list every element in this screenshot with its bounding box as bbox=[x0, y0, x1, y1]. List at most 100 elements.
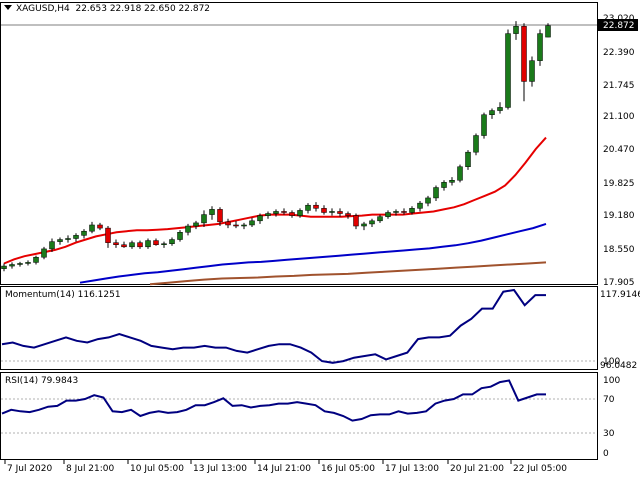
collapse-arrow-icon[interactable] bbox=[4, 5, 12, 10]
candle-body bbox=[361, 223, 367, 227]
rsi-tick: 70 bbox=[603, 395, 615, 405]
rsi-axis: 100 70 30 0 bbox=[603, 376, 620, 459]
momentum-tick: 96.0482 bbox=[600, 361, 637, 371]
candle-body bbox=[33, 256, 39, 263]
candle-body bbox=[137, 242, 143, 248]
candle-body bbox=[193, 222, 199, 227]
candle-body bbox=[257, 215, 263, 222]
rsi-tick: 0 bbox=[603, 449, 609, 459]
price-tick: 18.550 bbox=[603, 245, 635, 255]
candle-body bbox=[121, 244, 127, 248]
candle-body bbox=[217, 209, 223, 223]
candle-body bbox=[457, 166, 463, 181]
candle-body bbox=[297, 210, 303, 216]
chart-canvas[interactable]: 23.020 22.390 21.745 21.100 20.470 19.82… bbox=[0, 0, 640, 480]
chart-title[interactable]: XAGUSD,H4 22.653 22.918 22.650 22.872 bbox=[4, 4, 210, 14]
time-tick: 22 Jul 05:00 bbox=[513, 464, 567, 474]
candle-body bbox=[169, 239, 175, 244]
candle-body bbox=[385, 212, 391, 217]
candle-body bbox=[97, 224, 103, 229]
time-tick: 20 Jul 21:00 bbox=[450, 464, 504, 474]
ohlc-values: 22.653 22.918 22.650 22.872 bbox=[75, 4, 211, 14]
candle-body bbox=[449, 180, 455, 183]
candle-body bbox=[289, 212, 295, 216]
candle-body bbox=[81, 230, 87, 236]
candle-body bbox=[17, 263, 23, 265]
time-tick: 17 Jul 13:00 bbox=[385, 464, 439, 474]
candle-body bbox=[345, 213, 351, 216]
candle-body bbox=[377, 216, 383, 222]
candle-body bbox=[537, 33, 543, 61]
candle-body bbox=[209, 209, 215, 215]
candle-body bbox=[145, 240, 151, 248]
rsi-tick: 30 bbox=[603, 429, 615, 439]
candle-body bbox=[225, 221, 231, 226]
candle-body bbox=[417, 202, 423, 209]
candle-body bbox=[185, 225, 191, 233]
price-tick: 21.100 bbox=[603, 112, 635, 122]
candle-body bbox=[89, 224, 95, 232]
candle-body bbox=[41, 248, 47, 258]
rsi-tick: 100 bbox=[603, 376, 620, 386]
current-price-label: 22.872 bbox=[603, 21, 635, 31]
candle-body bbox=[425, 197, 431, 204]
candle-body bbox=[433, 187, 439, 199]
candle-body bbox=[521, 26, 527, 82]
candle-body bbox=[57, 239, 63, 242]
price-axis: 23.020 22.390 21.745 21.100 20.470 19.82… bbox=[603, 14, 635, 288]
candle-body bbox=[177, 232, 183, 240]
candle-body bbox=[201, 214, 207, 224]
price-tick: 19.825 bbox=[603, 179, 635, 189]
candle-body bbox=[9, 264, 15, 267]
candle-body bbox=[73, 235, 79, 239]
candle-body bbox=[129, 242, 135, 248]
time-tick: 13 Jul 13:00 bbox=[193, 464, 247, 474]
rsi-panel[interactable] bbox=[0, 372, 598, 460]
momentum-title: Momentum(14) 116.1251 bbox=[5, 290, 121, 300]
candle-body bbox=[481, 114, 487, 136]
candle-body bbox=[409, 208, 415, 213]
price-tick: 21.745 bbox=[603, 81, 635, 91]
candle-body bbox=[25, 262, 31, 264]
candle-body bbox=[321, 208, 327, 213]
candle-body bbox=[353, 215, 359, 227]
candle-body bbox=[233, 224, 239, 227]
candle-body bbox=[489, 110, 495, 115]
symbol-label: XAGUSD,H4 bbox=[16, 4, 70, 14]
candle-body bbox=[337, 211, 343, 214]
price-tick: 17.905 bbox=[603, 278, 635, 288]
candle-body bbox=[313, 204, 319, 209]
candle-body bbox=[473, 135, 479, 153]
rsi-title: RSI(14) 79.9843 bbox=[5, 376, 79, 386]
candle-body bbox=[369, 220, 375, 225]
candle-body bbox=[545, 25, 551, 38]
candle-body bbox=[465, 151, 471, 167]
candle-body bbox=[305, 204, 311, 211]
candle-body bbox=[105, 227, 111, 243]
candle-body bbox=[401, 211, 407, 213]
candle-body bbox=[241, 224, 247, 227]
candle-body bbox=[505, 33, 511, 108]
candle-body bbox=[153, 240, 159, 245]
momentum-axis: 117.9146 100 96.0482 bbox=[600, 290, 640, 371]
candle-body bbox=[329, 211, 335, 213]
time-tick: 10 Jul 05:00 bbox=[130, 464, 184, 474]
time-tick: 16 Jul 05:00 bbox=[321, 464, 375, 474]
candle-body bbox=[513, 26, 519, 34]
price-tick: 20.470 bbox=[603, 145, 635, 155]
time-tick: 14 Jul 21:00 bbox=[257, 464, 311, 474]
candle-body bbox=[273, 211, 279, 214]
momentum-tick: 117.9146 bbox=[600, 290, 640, 300]
candle-body bbox=[49, 241, 55, 250]
candle-body bbox=[393, 211, 399, 213]
candle-body bbox=[265, 213, 271, 216]
time-tick: 8 Jul 21:00 bbox=[66, 464, 115, 474]
candle-body bbox=[249, 220, 255, 226]
time-tick: 7 Jul 2020 bbox=[7, 464, 52, 474]
time-axis: 7 Jul 2020 8 Jul 21:00 10 Jul 05:00 13 J… bbox=[4, 460, 567, 474]
candle-body bbox=[161, 243, 167, 245]
price-tick: 19.180 bbox=[603, 211, 635, 221]
candle-body bbox=[281, 211, 287, 213]
candle-body bbox=[1, 265, 7, 269]
candle-body bbox=[441, 182, 447, 188]
